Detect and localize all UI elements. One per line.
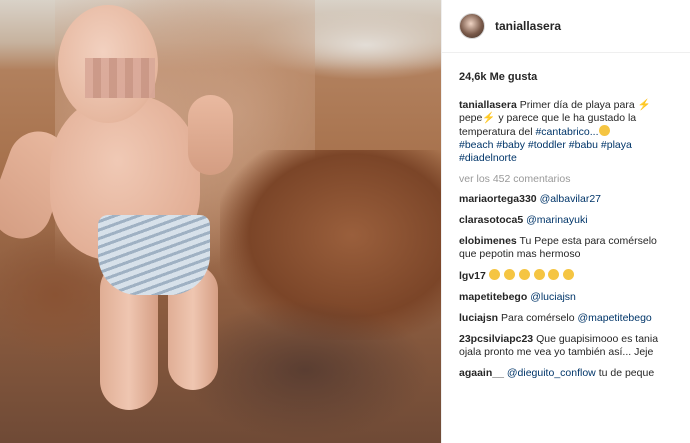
baby-swimwear	[98, 215, 210, 295]
hashtag[interactable]: #beach	[459, 139, 493, 151]
post-side-panel: taniallasera 24,6k Me gusta taniallasera…	[441, 0, 690, 443]
comment: clarasotoca5 @marinayuki	[459, 214, 676, 227]
profile-avatar[interactable]	[459, 13, 485, 39]
header-username[interactable]: taniallasera	[495, 19, 561, 33]
comment: lgv17	[459, 269, 676, 283]
smiley-emoji-icon	[598, 125, 610, 136]
hashtag[interactable]: #playa	[601, 139, 632, 151]
comment: mariaortega330 @albavilar27	[459, 193, 676, 206]
smiley-emoji-icon	[563, 269, 575, 280]
comment-username[interactable]: lgv17	[459, 270, 486, 282]
lightning-emoji-icon: ⚡	[482, 112, 496, 124]
blurred-face	[85, 58, 155, 98]
smiley-emoji-icon	[548, 269, 560, 280]
lightning-emoji-icon: ⚡	[637, 99, 651, 111]
smiley-emoji-icon	[488, 269, 500, 280]
comment: elobimenes Tu Pepe esta para comérselo q…	[459, 235, 676, 261]
comment: luciajsn Para comérselo @mapetitebego	[459, 312, 676, 325]
comment-text: tu de peque	[598, 367, 655, 379]
comment: 23pcsilviapc23 Que guapisimooo es tania …	[459, 333, 676, 359]
comment-username[interactable]: clarasotoca5	[459, 214, 523, 226]
post-photo[interactable]	[0, 0, 441, 443]
post-caption: taniallasera Primer día de playa para ⚡ …	[459, 99, 676, 165]
baby-right-arm	[188, 95, 233, 175]
comment-username[interactable]: 23pcsilviapc23	[459, 333, 533, 345]
caption-text-1: Primer día de playa para	[519, 99, 635, 111]
comment-mention[interactable]: @dieguito_conflow	[507, 367, 596, 379]
hashtag-cantabrico[interactable]: #cantabrico...	[535, 126, 598, 138]
comment-mention[interactable]: @luciajsn	[530, 291, 576, 303]
comments-section: taniallasera Primer día de playa para ⚡ …	[459, 99, 676, 380]
likes-count[interactable]: 24,6k Me gusta	[459, 71, 690, 83]
comment-username[interactable]: luciajsn	[459, 312, 498, 324]
hashtag[interactable]: #babu	[569, 139, 598, 151]
comment-text: Para comérselo	[501, 312, 575, 324]
comment-username[interactable]: mariaortega330	[459, 193, 537, 205]
smiley-emoji-icon	[518, 269, 530, 280]
comment-mention[interactable]: @mapetitebego	[577, 312, 651, 324]
caption-text-2: pepe	[459, 112, 483, 124]
smiley-emoji-icon	[503, 269, 515, 280]
comment-mention[interactable]: @marinayuki	[526, 214, 587, 226]
comment: agaain__ @dieguito_conflow tu de peque	[459, 367, 676, 380]
caption-username[interactable]: taniallasera	[459, 99, 517, 111]
smiley-emoji-icon	[533, 269, 545, 280]
hashtag[interactable]: #toddler	[528, 139, 566, 151]
comment: mapetitebego @luciajsn	[459, 291, 676, 304]
comment-username[interactable]: agaain__	[459, 367, 504, 379]
hashtag[interactable]: #diadelnorte	[459, 152, 517, 164]
hashtag[interactable]: #baby	[496, 139, 525, 151]
post-header: taniallasera	[442, 0, 690, 53]
view-all-comments-link[interactable]: ver los 452 comentarios	[459, 173, 676, 186]
comment-username[interactable]: mapetitebego	[459, 291, 527, 303]
comment-username[interactable]: elobimenes	[459, 235, 517, 247]
comment-mention[interactable]: @albavilar27	[540, 193, 601, 205]
